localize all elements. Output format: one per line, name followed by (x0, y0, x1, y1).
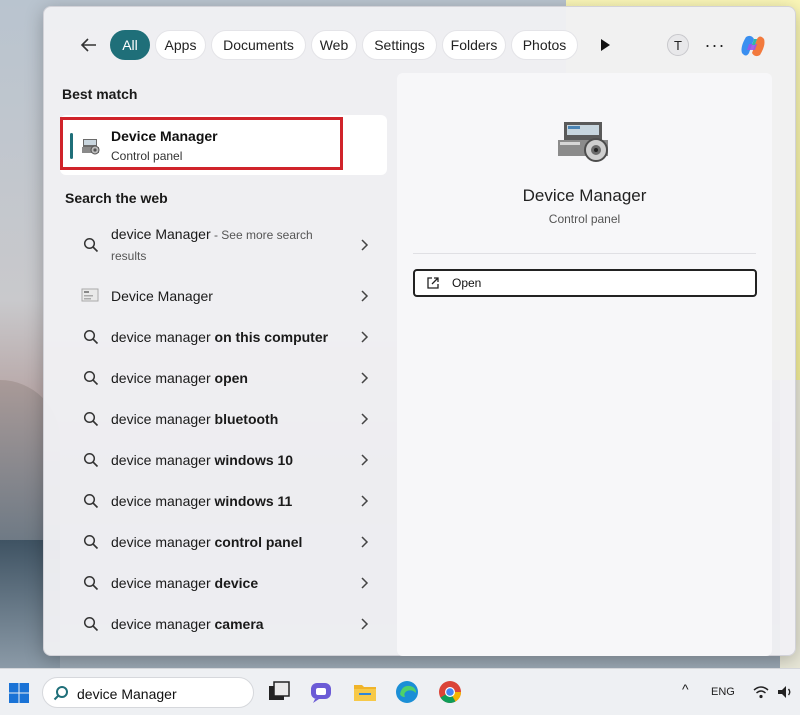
chevron-right-icon (358, 288, 370, 304)
preview-title: Device Manager (522, 186, 647, 205)
web-result[interactable]: device manager windows 11 (60, 481, 387, 521)
show-hidden-icons-button[interactable]: ^ (682, 681, 689, 697)
edge-browser-icon[interactable] (394, 679, 420, 705)
device-manager-icon (80, 285, 102, 302)
divider (413, 253, 756, 254)
tab-settings[interactable]: Settings (362, 30, 437, 60)
search-icon (83, 452, 99, 468)
web-result-label: device Manager - See more search results (111, 226, 313, 263)
web-result[interactable]: device manager camera (60, 604, 387, 644)
search-icon (53, 685, 69, 701)
chevron-right-icon (358, 411, 370, 427)
teams-chat-icon[interactable] (308, 679, 334, 705)
web-result-label: device manager bluetooth (111, 411, 279, 427)
search-icon (83, 370, 99, 386)
chevron-right-icon (358, 370, 370, 386)
task-view-icon[interactable] (266, 679, 292, 705)
chevron-right-icon (358, 575, 370, 591)
taskbar-search-input[interactable] (77, 684, 247, 704)
tab-apps[interactable]: Apps (155, 30, 206, 60)
volume-icon[interactable] (776, 683, 794, 701)
more-tabs-play-icon[interactable] (597, 37, 613, 53)
tab-all[interactable]: All (110, 30, 150, 60)
device-manager-icon (554, 116, 614, 166)
tab-web[interactable]: Web (311, 30, 357, 60)
copilot-icon[interactable] (738, 31, 768, 61)
windows-start-icon[interactable] (8, 682, 30, 704)
best-match-heading: Best match (62, 86, 138, 102)
web-result-label: device manager control panel (111, 534, 303, 550)
chevron-right-icon (358, 452, 370, 468)
web-result-label: Device Manager (111, 288, 213, 304)
search-icon (83, 616, 99, 632)
web-result-label: device manager open (111, 370, 248, 386)
web-result[interactable]: Device Manager (60, 276, 387, 316)
open-button-label: Open (452, 276, 482, 290)
taskbar-search-box[interactable] (42, 677, 254, 708)
tab-documents[interactable]: Documents (211, 30, 306, 60)
chrome-browser-icon[interactable] (437, 679, 463, 705)
web-result-label: device manager device (111, 575, 259, 591)
web-result-label: device manager on this computer (111, 329, 329, 345)
chevron-right-icon (358, 534, 370, 550)
web-result-label: device manager windows 10 (111, 452, 294, 468)
chevron-right-icon (358, 329, 370, 345)
red-highlight-box (60, 117, 343, 170)
open-external-icon (426, 276, 440, 290)
file-explorer-icon[interactable] (352, 679, 378, 705)
web-result[interactable]: device Manager - See more search results (60, 218, 387, 276)
web-result[interactable]: device manager windows 10 (60, 440, 387, 480)
more-options-button[interactable]: ··· (704, 34, 726, 56)
search-icon (83, 237, 99, 253)
account-avatar[interactable]: T (667, 34, 689, 56)
search-icon (83, 411, 99, 427)
chevron-right-icon (358, 493, 370, 509)
chevron-right-icon (358, 616, 370, 632)
search-icon (83, 534, 99, 550)
web-result[interactable]: device manager bluetooth (60, 399, 387, 439)
web-result[interactable]: device manager device (60, 563, 387, 603)
wifi-icon[interactable] (752, 683, 770, 701)
web-result[interactable]: device manager open (60, 358, 387, 398)
taskbar: ^ ENG (0, 668, 800, 715)
tab-folders[interactable]: Folders (442, 30, 506, 60)
search-icon (83, 493, 99, 509)
search-web-heading: Search the web (65, 190, 168, 206)
search-icon (83, 329, 99, 345)
tab-photos[interactable]: Photos (511, 30, 578, 60)
chevron-right-icon (358, 237, 370, 253)
preview-pane: Device Manager Control panel Open (397, 73, 772, 656)
search-icon (83, 575, 99, 591)
open-button[interactable]: Open (413, 269, 757, 297)
back-arrow-icon[interactable] (78, 34, 100, 56)
preview-subtitle: Control panel (548, 212, 621, 226)
web-result-label: device manager windows 11 (111, 493, 293, 509)
start-search-panel: All Apps Documents Web Settings Folders … (43, 6, 796, 656)
web-result[interactable]: device manager on this computer (60, 317, 387, 357)
web-result-label: device manager camera (111, 616, 264, 632)
language-indicator[interactable]: ENG (711, 686, 735, 698)
web-result[interactable]: device manager control panel (60, 522, 387, 562)
